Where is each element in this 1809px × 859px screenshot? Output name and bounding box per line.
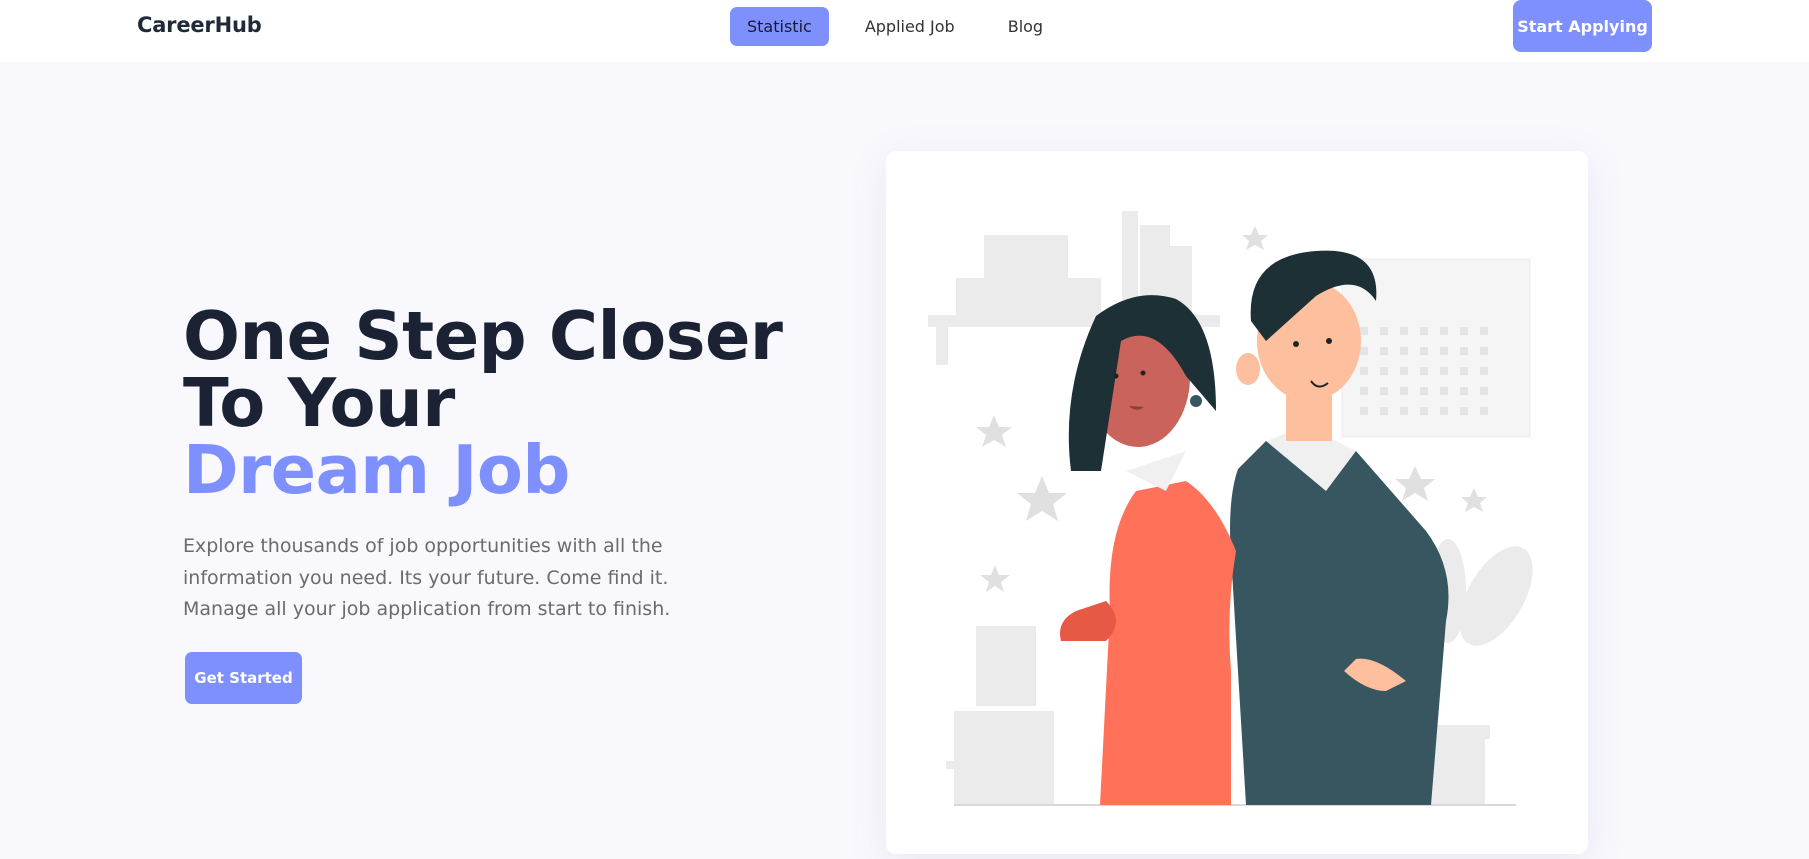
- get-started-button[interactable]: Get Started: [185, 652, 302, 704]
- hero-illustration-card: [886, 151, 1588, 854]
- hero-description: Explore thousands of job opportunities w…: [183, 535, 671, 620]
- hero-title-accent: Dream Job: [183, 431, 570, 509]
- main-nav: Statistic Applied Job Blog: [730, 7, 1079, 46]
- business-people-illustration-icon: [928, 211, 1533, 806]
- brand-logo[interactable]: CareerHub: [137, 13, 262, 37]
- nav-link-applied-job[interactable]: Applied Job: [848, 7, 972, 46]
- start-applying-button[interactable]: Start Applying: [1513, 0, 1652, 52]
- top-navbar: CareerHub Statistic Applied Job Blog Sta…: [0, 0, 1809, 62]
- nav-link-statistic[interactable]: Statistic: [730, 7, 829, 46]
- hero-title: One Step Closer To Your Dream Job: [183, 303, 783, 504]
- nav-link-blog[interactable]: Blog: [991, 7, 1060, 46]
